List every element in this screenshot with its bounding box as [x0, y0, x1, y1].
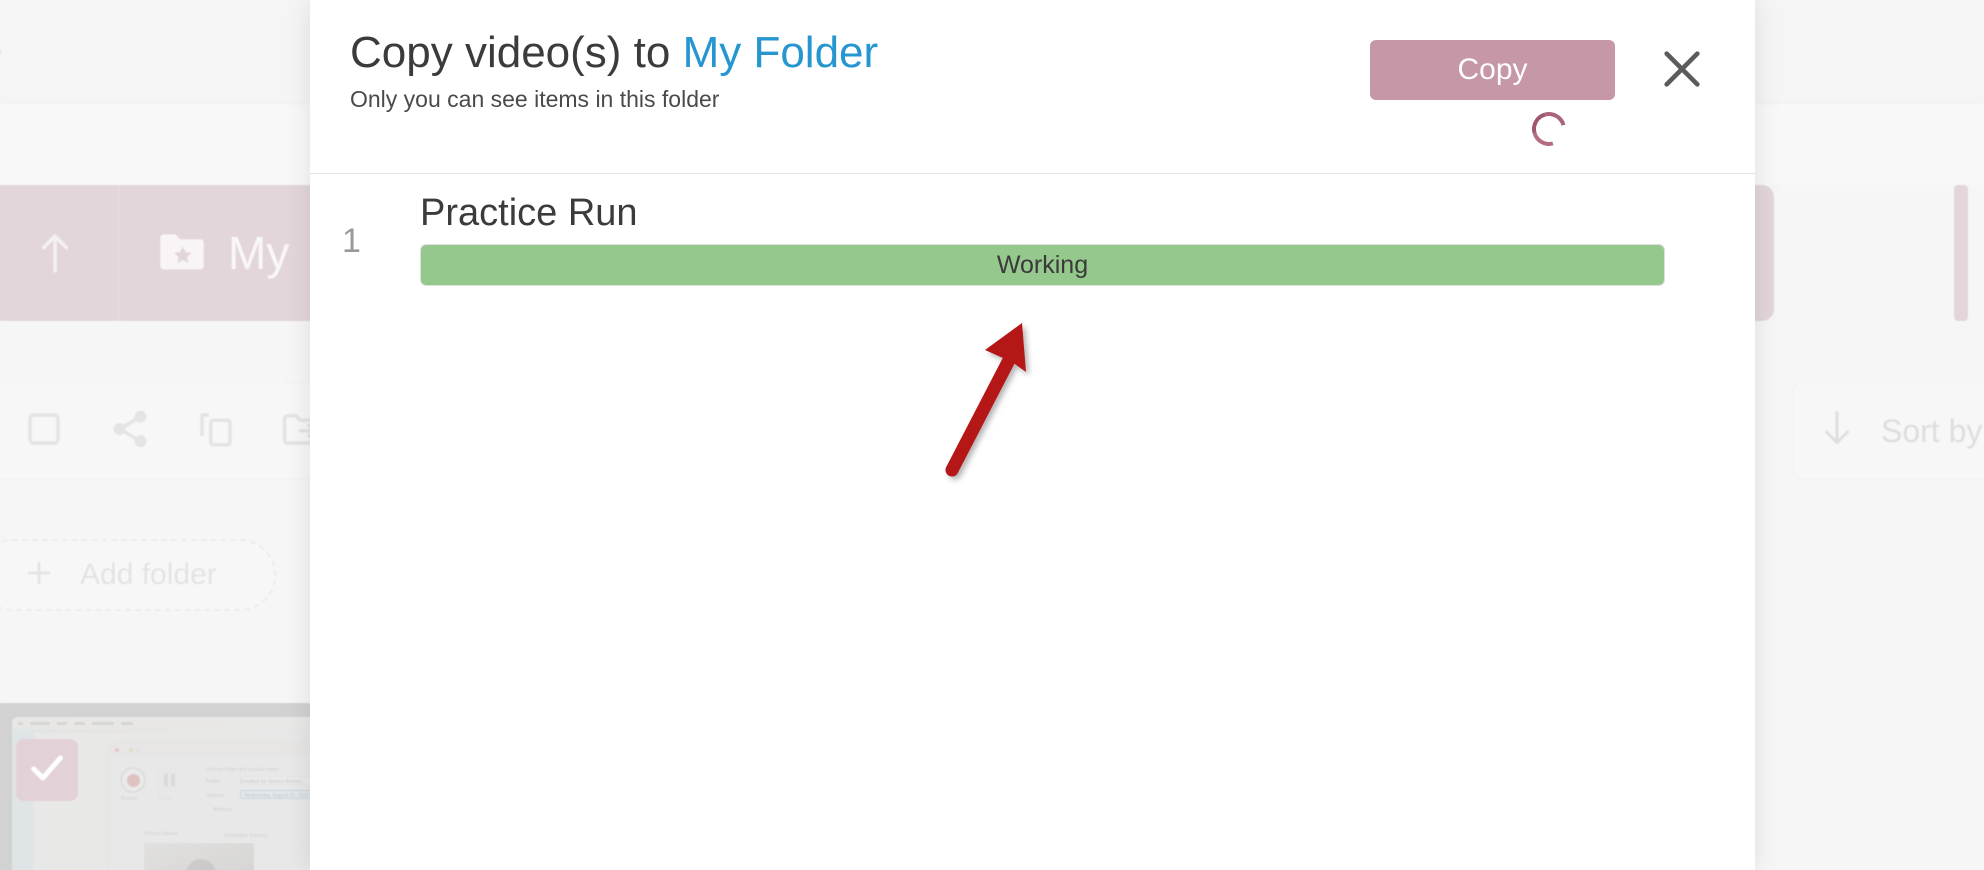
thumbnail-record-button [120, 767, 146, 793]
progress-status-label: Working [996, 250, 1089, 279]
thumbnail-webcam-preview [144, 843, 254, 870]
select-square-icon[interactable] [23, 408, 65, 455]
thumbnail-record-dialog: Record A Session Record Pause Choose fol… [110, 743, 320, 870]
background-sort-label: Sort by [1881, 412, 1983, 449]
background-video-card[interactable]: Record A Session Record Pause Choose fol… [0, 703, 320, 870]
thumbnail-primary-source-label: Primary Source [144, 831, 179, 837]
thumbnail-webcast-label: Webcast [213, 807, 233, 813]
screen-root: y My [0, 0, 1984, 870]
thumbnail-secondary-sources-label: Secondary Sources [224, 833, 268, 839]
background-folder-label: My [228, 227, 290, 279]
background-add-folder-label: Add folder [80, 558, 217, 591]
modal-title-prefix: Copy video(s) to [350, 28, 683, 77]
thumbnail-record-label: Record [121, 796, 138, 802]
item-name: Practice Run [420, 192, 638, 234]
modal-title-folder-link[interactable]: My Folder [683, 28, 879, 77]
background-toolbar[interactable] [0, 382, 348, 480]
background-folder-title-group[interactable]: My [120, 226, 289, 280]
page-title: Copy video(s) to My Folder [350, 28, 878, 78]
share-icon[interactable] [109, 408, 151, 455]
copy-icon[interactable] [195, 408, 237, 455]
loading-spinner [1525, 105, 1573, 153]
thumbnail-session-value: Wednesday, August 23, 2023 at 2:56 [244, 793, 320, 799]
arrow-down-icon [1819, 408, 1855, 455]
background-topbar-text: y [0, 38, 2, 74]
thumbnail-pause-label: Pause [158, 796, 173, 802]
modal-subtitle: Only you can see items in this folder [350, 86, 720, 112]
close-button[interactable] [1650, 38, 1714, 102]
plus-icon [24, 558, 54, 593]
arrow-up-icon [35, 228, 75, 279]
item-index: 1 [342, 222, 361, 260]
thumbnail-pause-button [156, 767, 182, 793]
copy-videos-modal: Copy video(s) to My Folder Only you can … [310, 0, 1755, 870]
background-video-selected-badge[interactable] [16, 739, 78, 801]
check-icon [27, 748, 67, 793]
thumbnail-dialog-titlebar [110, 743, 320, 756]
thumbnail-choose-label: Choose folder and session name [206, 767, 280, 773]
background-add-folder-button[interactable]: Add folder [0, 539, 276, 611]
background-sort-button[interactable]: Sort by [1792, 382, 1984, 480]
progress-bar: Working [420, 244, 1665, 286]
thumbnail-menubar [12, 717, 320, 729]
background-up-button[interactable] [0, 185, 120, 321]
list-item: 1 Practice Run Working [310, 174, 1755, 324]
folder-star-icon [158, 231, 206, 276]
close-icon [1659, 46, 1705, 95]
background-folder-header-edge [1954, 185, 1968, 321]
thumbnail-folder-value: Sandbox for Salena Ibrahim [240, 779, 302, 785]
modal-body: 1 Practice Run Working [310, 174, 1755, 870]
thumbnail-session-label: Session [206, 793, 224, 799]
modal-header: Copy video(s) to My Folder Only you can … [310, 0, 1755, 174]
thumbnail-folder-label: Folder [206, 779, 221, 785]
copy-button[interactable]: Copy [1370, 40, 1615, 100]
